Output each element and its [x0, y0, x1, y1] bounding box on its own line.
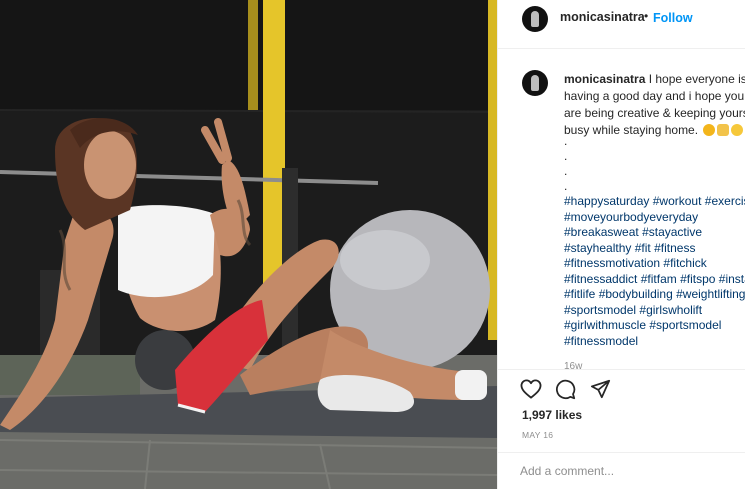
- hashtag-link[interactable]: #fitnessmotivation: [564, 256, 660, 270]
- sun-emoji-icon: [703, 124, 716, 136]
- smiling-face-emoji-icon: [731, 124, 744, 136]
- caption-dot: .: [564, 134, 568, 148]
- post-photo[interactable]: [0, 0, 497, 489]
- caption-username[interactable]: monicasinatra: [564, 72, 645, 86]
- hashtag-link[interactable]: #weightlifting: [676, 287, 745, 301]
- avatar[interactable]: [522, 6, 548, 32]
- follow-button[interactable]: Follow: [653, 11, 693, 25]
- hashtag-link[interactable]: #exercise: [705, 194, 745, 208]
- hashtag-link[interactable]: #girlwithmuscle: [564, 318, 646, 332]
- hashtag-link[interactable]: #fitnessmodel: [564, 334, 638, 348]
- caption-dot: .: [564, 164, 568, 178]
- action-bar: [498, 369, 745, 400]
- hashtag-link[interactable]: #bodybuilding: [599, 287, 673, 301]
- comments-section[interactable]: monicasinatra I hope everyone is having …: [498, 49, 745, 369]
- add-comment-bar: [498, 452, 745, 489]
- comment-icon[interactable]: [555, 379, 576, 405]
- hashtag-link[interactable]: #fitness: [654, 241, 695, 255]
- hashtag-link[interactable]: #fitchick: [663, 256, 706, 270]
- comment-timestamp[interactable]: 16w: [564, 361, 582, 369]
- caption-dot: .: [564, 149, 568, 163]
- caption: monicasinatra I hope everyone is having …: [564, 71, 745, 139]
- hashtag-link[interactable]: #instafit: [719, 272, 745, 286]
- likes-count[interactable]: 1,997 likes: [522, 408, 582, 422]
- hashtag-link[interactable]: #fit: [635, 241, 651, 255]
- hashtag-list: #happysaturday #workout #exercise #movey…: [564, 194, 745, 349]
- hashtag-link[interactable]: #fitlife: [564, 287, 595, 301]
- caption-dot: .: [564, 179, 568, 193]
- heart-icon[interactable]: [520, 379, 542, 404]
- hashtag-link[interactable]: #workout: [653, 194, 702, 208]
- post-side-panel: monicasinatra • Follow monicasinatra I h…: [497, 0, 745, 489]
- separator-dot: •: [644, 9, 649, 23]
- post-header: monicasinatra • Follow: [498, 0, 745, 49]
- caption-avatar[interactable]: [522, 70, 548, 96]
- hashtag-link[interactable]: #stayactive: [642, 225, 702, 239]
- paper-plane-icon[interactable]: [590, 379, 611, 404]
- hashtag-link[interactable]: #stayhealthy: [564, 241, 631, 255]
- hashtag-link[interactable]: #girlswholift: [639, 303, 702, 317]
- add-comment-input[interactable]: [520, 464, 730, 478]
- hashtag-link[interactable]: #fitfam: [641, 272, 677, 286]
- hashtag-link[interactable]: #fitspo: [680, 272, 715, 286]
- hashtag-link[interactable]: #happysaturday: [564, 194, 649, 208]
- hashtag-link[interactable]: #fitnessaddict: [564, 272, 637, 286]
- gym-photo-illustration: [0, 0, 497, 489]
- hashtag-link[interactable]: #sportsmodel: [649, 318, 721, 332]
- hashtag-link[interactable]: #moveyourbodyeveryday: [564, 210, 698, 224]
- post-date[interactable]: MAY 16: [522, 430, 553, 440]
- header-username[interactable]: monicasinatra: [560, 10, 645, 24]
- hashtag-link[interactable]: #breakasweat: [564, 225, 639, 239]
- hashtag-link[interactable]: #sportsmodel: [564, 303, 636, 317]
- flexed-biceps-emoji-icon: [717, 124, 730, 136]
